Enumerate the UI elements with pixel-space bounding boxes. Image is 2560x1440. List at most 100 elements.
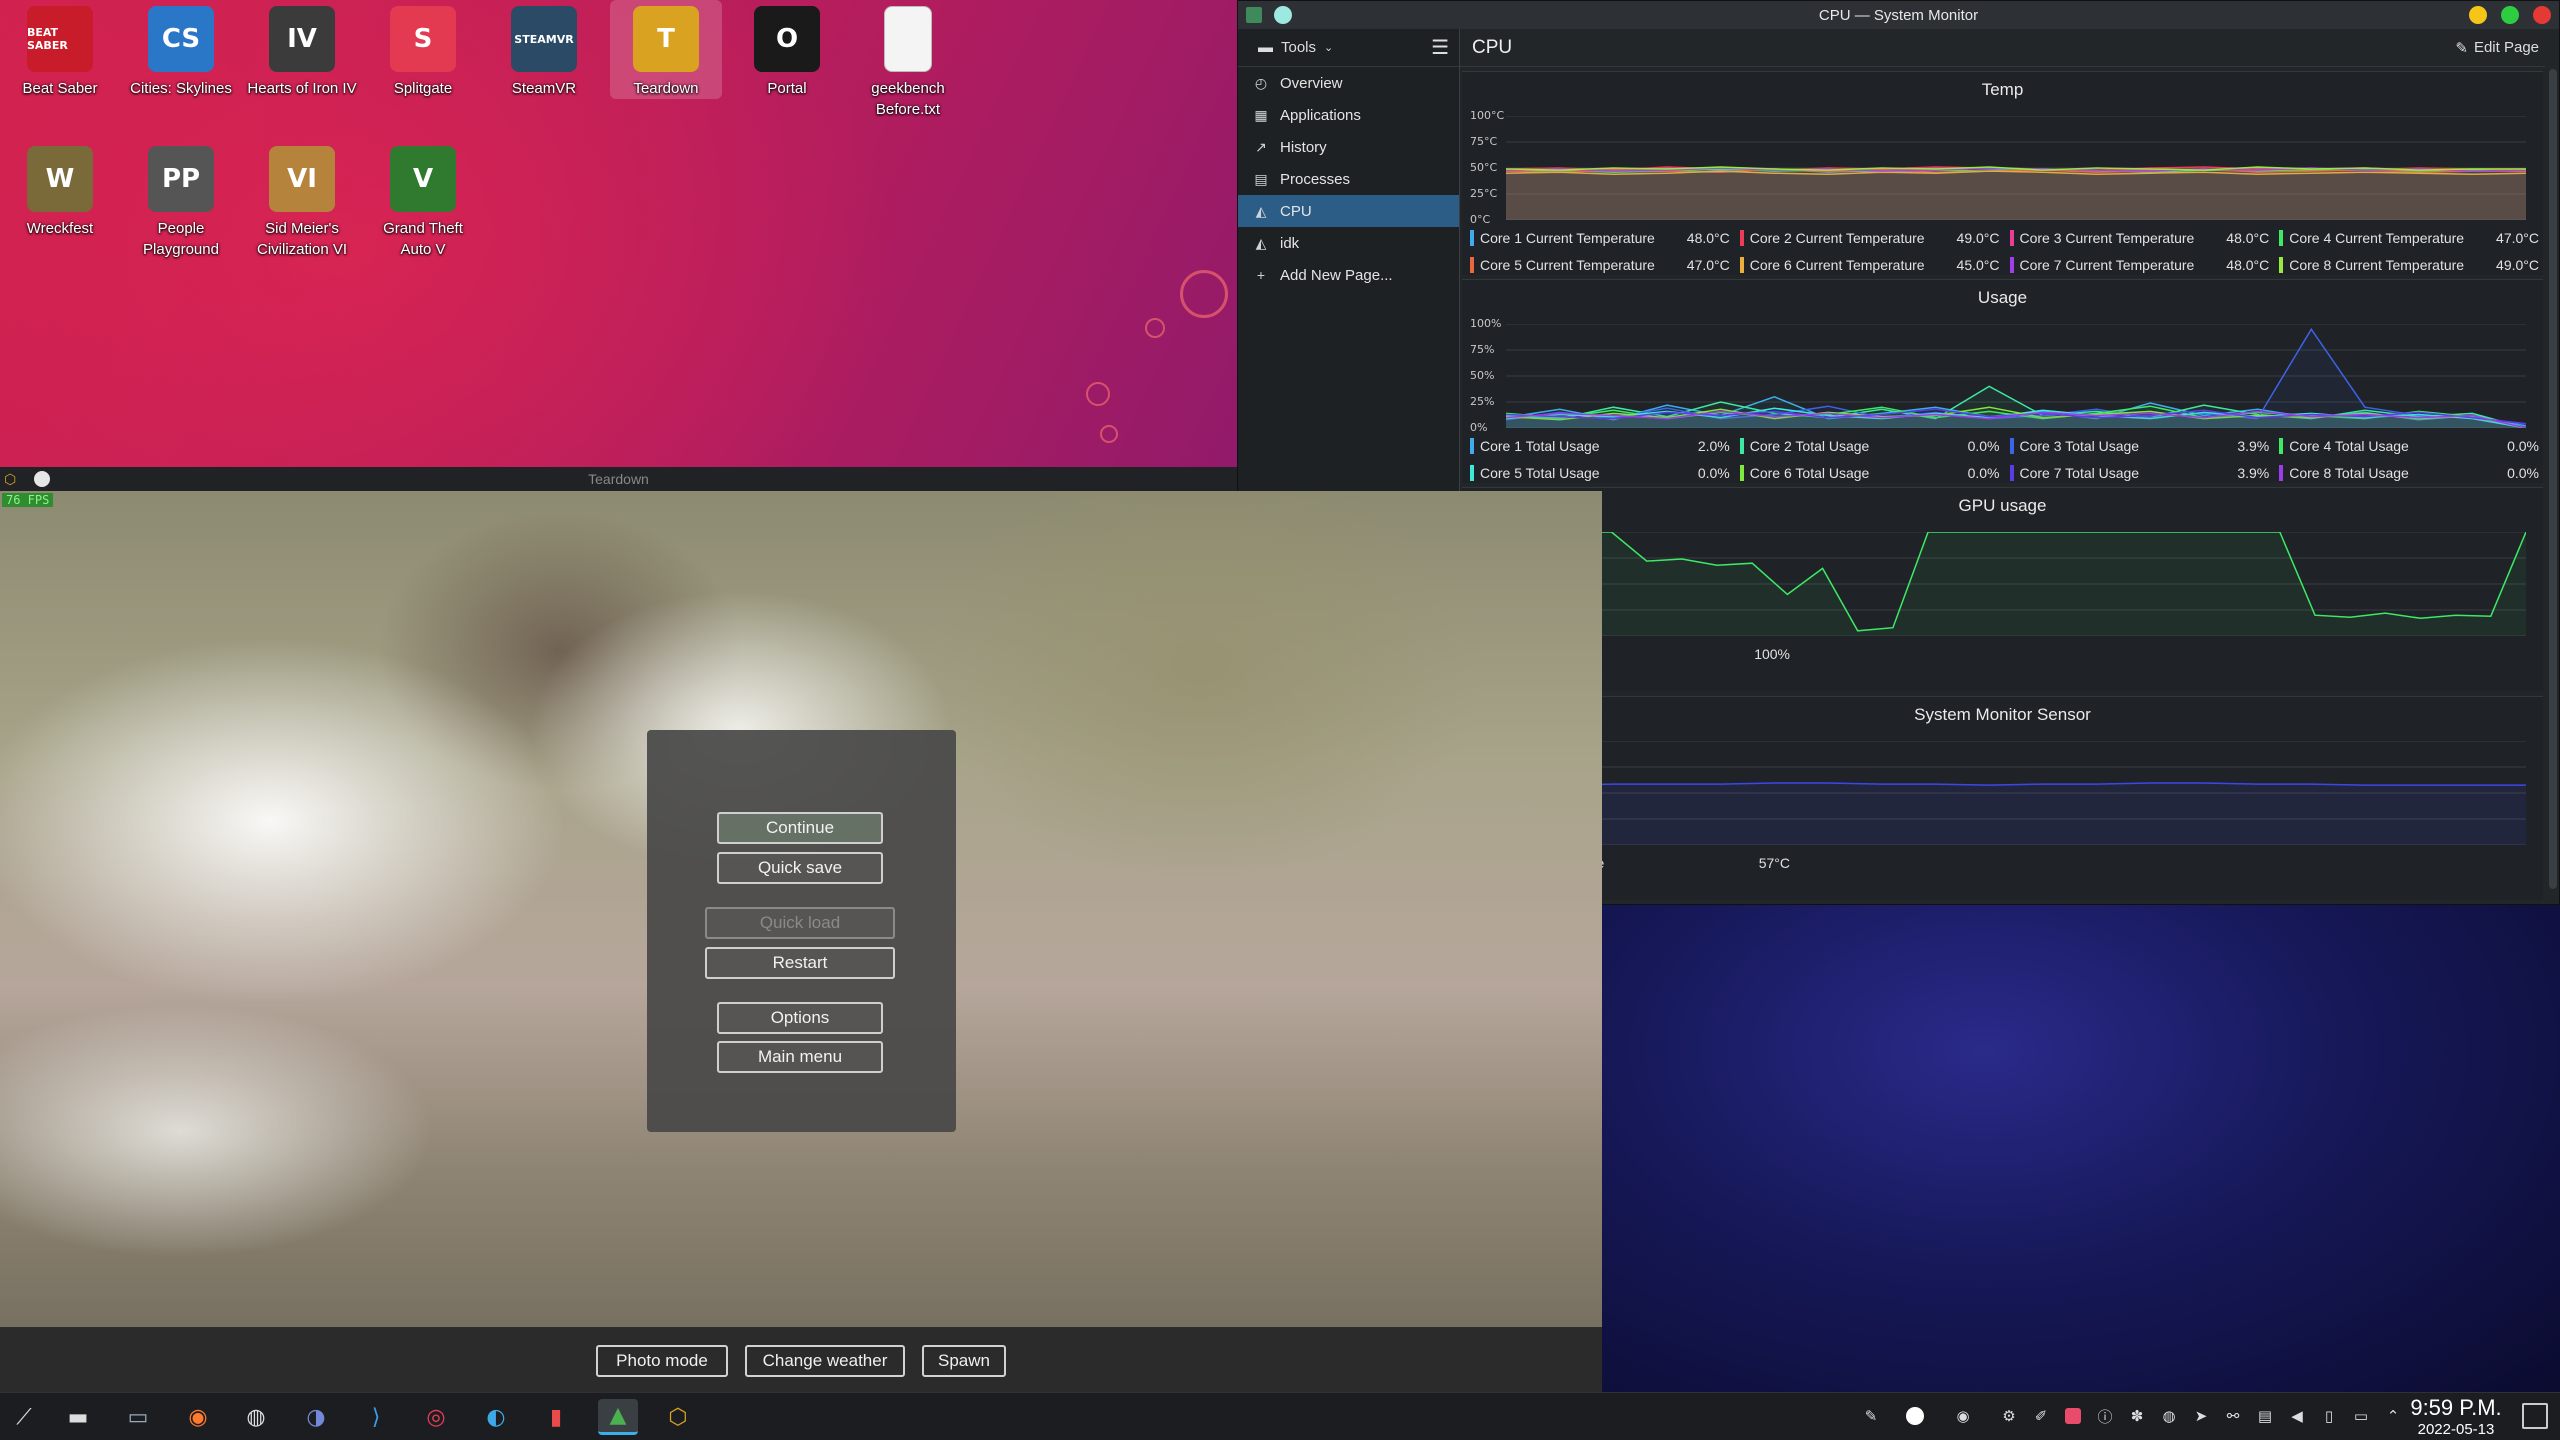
steam-icon[interactable]: ◍ — [236, 1399, 276, 1435]
legend-value: 0.0% — [2507, 437, 2539, 454]
series-area — [1506, 167, 2526, 220]
sidebar-item-processes[interactable]: ▤ Processes — [1238, 163, 1459, 195]
window-titlebar[interactable]: CPU — System Monitor — [1238, 1, 2559, 29]
chevron-up-icon[interactable]: ⌃ — [2382, 1405, 2404, 1427]
sidebar-item-applications[interactable]: ▦ Applications — [1238, 99, 1459, 131]
change-weather-button[interactable]: Change weather — [745, 1345, 905, 1377]
desktop-icon-cities-skylines[interactable]: CS Cities: Skylines — [125, 0, 237, 99]
desktop-icon-civilization-vi[interactable]: VI Sid Meier's Civilization VI — [246, 140, 358, 260]
vscode-icon[interactable]: ⟩ — [356, 1399, 396, 1435]
options-button[interactable]: Options — [717, 1002, 883, 1034]
maximize-button[interactable] — [2501, 6, 2519, 24]
legend-name: Core 7 Current Temperature — [2009, 256, 2194, 273]
chart-title: Temp — [1981, 80, 2024, 99]
legend-name: Core 5 Total Usage — [1470, 464, 1600, 481]
display-tray-icon[interactable]: ▭ — [2350, 1405, 2372, 1427]
firefox-icon[interactable]: ◉ — [178, 1399, 218, 1435]
pager-icon[interactable]: ▬ — [58, 1399, 98, 1435]
usage-plot — [1506, 324, 2526, 428]
sidebar-item-overview[interactable]: ◴ Overview — [1238, 67, 1459, 99]
teardown-window-icon: ⬡ — [4, 471, 17, 487]
discord-icon[interactable]: ◑ — [296, 1399, 336, 1435]
quick-load-button[interactable]: Quick load — [705, 907, 895, 939]
sidebar-item-cpu[interactable]: ◭ CPU — [1238, 195, 1459, 227]
record-tray-icon[interactable] — [1904, 1405, 1926, 1427]
legend-value: 49.0°C — [2496, 256, 2539, 273]
edit-page-button[interactable]: ✎ Edit Page — [2455, 39, 2539, 57]
volume-tray-icon[interactable]: ◀ — [2286, 1405, 2308, 1427]
send-tray-icon[interactable]: ➤ — [2190, 1405, 2212, 1427]
app-pen-icon[interactable]: ▮ — [536, 1399, 576, 1435]
sidebar-item-label: idk — [1280, 234, 1300, 252]
app-blue-icon[interactable]: ◐ — [476, 1399, 516, 1435]
desktop-icon-geekbench-file[interactable]: geekbench Before.txt — [852, 0, 964, 120]
sidebar-item-add-new-page[interactable]: + Add New Page... — [1238, 259, 1459, 291]
pin-icon[interactable] — [34, 471, 50, 487]
close-button[interactable] — [2533, 6, 2551, 24]
y-tick-label: 75% — [1470, 343, 1495, 356]
legend-name: Core 1 Total Usage — [1470, 437, 1600, 454]
series-line — [1506, 782, 2526, 786]
desktop-icon-beat-saber[interactable]: BEAT SABER Beat Saber — [4, 0, 116, 99]
photo-mode-button[interactable]: Photo mode — [596, 1345, 728, 1377]
legend-name: Core 7 Total Usage — [2009, 464, 2139, 481]
steam-tray-icon[interactable]: ◍ — [2158, 1405, 2180, 1427]
desktop-icon-label: Beat Saber — [22, 80, 98, 97]
desktop-icon-portal[interactable]: O Portal — [731, 0, 843, 99]
y-tick-label: 100% — [1470, 317, 1502, 330]
legend-entry: Core 7 Total Usage 3.9% — [2009, 463, 2269, 482]
main-menu-button[interactable]: Main menu — [717, 1041, 883, 1073]
quick-save-button[interactable]: Quick save — [717, 852, 883, 884]
pen-tray-icon[interactable]: ✎ — [1860, 1405, 1882, 1427]
kde-connect-tray-icon[interactable]: ⚙ — [1998, 1405, 2020, 1427]
color-app-tray-icon[interactable] — [2062, 1405, 2084, 1427]
sidebar-item-label: Add New Page... — [1280, 266, 1393, 284]
info-tray-icon[interactable]: ⓘ — [2094, 1405, 2116, 1427]
tools-menu-button[interactable]: ▬ Tools ⌄ — [1258, 39, 1333, 56]
desktop-icon-steamvr[interactable]: STEAMVR SteamVR — [488, 0, 600, 99]
temp-chart-panel: Temp 100°C 75°C 50°C 25°C 0°C Core 1 Current T… — [1462, 71, 2543, 275]
legend-entry: Core 4 Total Usage 0.0% — [2279, 436, 2539, 455]
files-icon[interactable]: ▭ — [118, 1399, 158, 1435]
processes-icon: ▤ — [1254, 170, 1268, 187]
desktop-icon-people-playground[interactable]: PP People Playground — [125, 140, 237, 260]
desktop-icon-wreckfest[interactable]: W Wreckfest — [4, 140, 116, 239]
people-playground-icon: PP — [148, 146, 214, 212]
sidebar-item-label: Overview — [1280, 74, 1343, 92]
clock[interactable]: 9:59 P.M. 2022-05-13 — [2408, 1395, 2504, 1438]
system-monitor-icon[interactable]: ▲ — [598, 1399, 638, 1435]
paw-tray-icon[interactable]: ✽ — [2126, 1405, 2148, 1427]
legend-entry: Core 3 Current Temperature 48.0°C — [2009, 228, 2269, 247]
desktop-icon-gta-v[interactable]: V Grand Theft Auto V — [367, 140, 479, 260]
show-desktop-button[interactable] — [2522, 1403, 2548, 1429]
restart-button[interactable]: Restart — [705, 947, 895, 979]
desktop-icon-hearts-of-iron[interactable]: IV Hearts of Iron IV — [246, 0, 358, 99]
chart-legend: GPU 1 Usage100% — [1470, 644, 2539, 663]
desktop-icon-teardown[interactable]: T Teardown — [610, 0, 722, 99]
scrollbar[interactable] — [2549, 69, 2557, 889]
hamburger-menu-icon[interactable]: ☰ — [1431, 35, 1449, 60]
clipboard-tray-icon[interactable]: ▤ — [2254, 1405, 2276, 1427]
teardown-icon[interactable]: ⬡ — [658, 1399, 698, 1435]
spawn-button[interactable]: Spawn — [922, 1345, 1006, 1377]
pen-tablet-tray-icon[interactable]: ✐ — [2030, 1405, 2052, 1427]
cpu-page-icon: ◭ — [1255, 202, 1267, 219]
network-tray-icon[interactable]: ⚯ — [2222, 1405, 2244, 1427]
battery-tray-icon[interactable]: ▯ — [2318, 1405, 2340, 1427]
legend-name: Core 8 Total Usage — [2279, 464, 2409, 481]
minimize-button[interactable] — [2469, 6, 2487, 24]
legend-value: 0.0% — [1697, 464, 1730, 481]
app-red-icon[interactable]: ◎ — [416, 1399, 456, 1435]
sensor-plot — [1506, 741, 2526, 845]
lightbulb-tray-icon[interactable]: ◉ — [1952, 1405, 1974, 1427]
launcher-icon[interactable]: ⟋ — [4, 1399, 44, 1435]
desktop-icon-splitgate[interactable]: S Splitgate — [367, 0, 479, 99]
sidebar-item-label: History — [1280, 138, 1327, 156]
continue-button[interactable]: Continue — [717, 812, 883, 844]
clock-date: 2022-05-13 — [2417, 1421, 2495, 1438]
gpu-chart-panel: GPU usage100%75%50%25%0%GPU 1 Usage100% — [1462, 487, 2543, 691]
pin-icon[interactable] — [1274, 6, 1292, 24]
teardown-titlebar[interactable]: ⬡ Teardown — [0, 467, 1237, 491]
sidebar-item-history[interactable]: ↗ History — [1238, 131, 1459, 163]
sidebar-item-idk[interactable]: ◭ idk — [1238, 227, 1459, 259]
